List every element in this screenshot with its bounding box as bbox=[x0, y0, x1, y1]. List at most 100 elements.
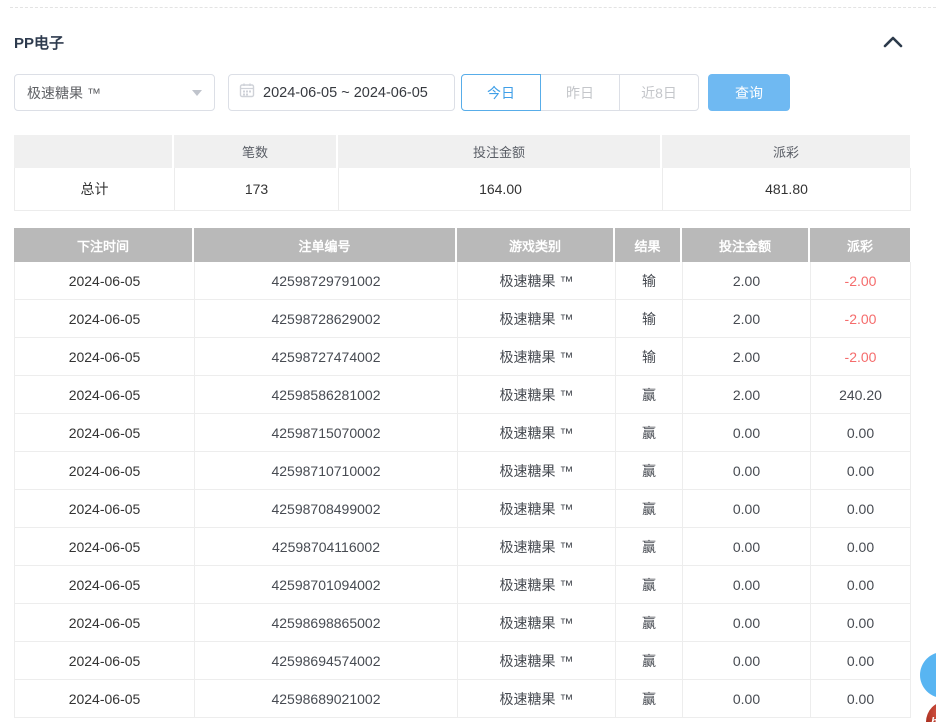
bets-header-cell: 下注时间 bbox=[14, 228, 194, 262]
bet-amount-cell: 2.00 bbox=[683, 300, 811, 338]
bet-payout-cell: -2.00 bbox=[811, 300, 911, 338]
page-title: PP电子 bbox=[14, 32, 64, 53]
bet-order-number-cell: 42598586281002 bbox=[195, 376, 458, 414]
bet-order-number-cell: 42598698865002 bbox=[195, 604, 458, 642]
bet-date-cell: 2024-06-05 bbox=[15, 376, 195, 414]
summary-header-cell: 派彩 bbox=[662, 135, 910, 168]
bet-amount-cell: 0.00 bbox=[683, 680, 811, 718]
date-range-value: 2024-06-05 ~ 2024-06-05 bbox=[263, 85, 428, 101]
bet-game-type-cell: 极速糖果 ™ bbox=[458, 300, 616, 338]
bet-date-cell: 2024-06-05 bbox=[15, 338, 195, 376]
bet-payout-cell: 240.20 bbox=[811, 376, 911, 414]
date-quick-filter-group: 今日昨日近8日 bbox=[461, 74, 699, 111]
top-dashed-divider bbox=[10, 7, 936, 8]
bet-result-cell: 赢 bbox=[616, 642, 683, 680]
date-range-input[interactable]: 2024-06-05 ~ 2024-06-05 bbox=[228, 74, 455, 111]
bet-order-number-cell: 42598689021002 bbox=[195, 680, 458, 718]
bet-result-cell: 赢 bbox=[616, 680, 683, 718]
bet-game-type-cell: 极速糖果 ™ bbox=[458, 338, 616, 376]
bet-amount-cell: 0.00 bbox=[683, 490, 811, 528]
bet-amount-cell: 2.00 bbox=[683, 262, 811, 300]
bet-amount-cell: 0.00 bbox=[683, 528, 811, 566]
bet-result-cell: 赢 bbox=[616, 566, 683, 604]
bet-order-number-cell: 42598729791002 bbox=[195, 262, 458, 300]
table-row: 2024-06-05 42598701094002 极速糖果 ™ 赢 0.00 … bbox=[14, 566, 910, 604]
bets-table-body: 2024-06-05 42598729791002 极速糖果 ™ 输 2.00 … bbox=[14, 262, 910, 718]
bet-date-cell: 2024-06-05 bbox=[15, 300, 195, 338]
collapse-panel-button[interactable] bbox=[882, 33, 904, 53]
bets-header-cell: 注单编号 bbox=[194, 228, 457, 262]
bet-result-cell: 赢 bbox=[616, 452, 683, 490]
bet-payout-cell: -2.00 bbox=[811, 338, 911, 376]
table-row: 2024-06-05 42598727474002 极速糖果 ™ 输 2.00 … bbox=[14, 338, 910, 376]
bet-amount-cell: 2.00 bbox=[683, 338, 811, 376]
bet-amount-cell: 0.00 bbox=[683, 604, 811, 642]
bet-date-cell: 2024-06-05 bbox=[15, 490, 195, 528]
summary-header-cell: 笔数 bbox=[174, 135, 338, 168]
bets-header-cell: 结果 bbox=[615, 228, 682, 262]
bet-result-cell: 输 bbox=[616, 338, 683, 376]
bets-header-cell: 游戏类别 bbox=[457, 228, 615, 262]
bet-payout-cell: 0.00 bbox=[811, 642, 911, 680]
bet-game-type-cell: 极速糖果 ™ bbox=[458, 528, 616, 566]
summary-header-cell bbox=[14, 135, 174, 168]
bet-payout-cell: 0.00 bbox=[811, 604, 911, 642]
bet-game-type-cell: 极速糖果 ™ bbox=[458, 642, 616, 680]
table-row: 2024-06-05 42598710710002 极速糖果 ™ 赢 0.00 … bbox=[14, 452, 910, 490]
bet-payout-cell: 0.00 bbox=[811, 452, 911, 490]
game-type-select[interactable]: 极速糖果 ™ bbox=[14, 74, 215, 111]
bet-game-type-cell: 极速糖果 ™ bbox=[458, 680, 616, 718]
calendar-icon bbox=[239, 82, 255, 103]
bet-payout-cell: 0.00 bbox=[811, 490, 911, 528]
bet-amount-cell: 0.00 bbox=[683, 566, 811, 604]
bet-result-cell: 输 bbox=[616, 262, 683, 300]
bet-game-type-cell: 极速糖果 ™ bbox=[458, 452, 616, 490]
quick-filter-button[interactable]: 今日 bbox=[461, 74, 541, 111]
bet-amount-cell: 0.00 bbox=[683, 452, 811, 490]
bet-game-type-cell: 极速糖果 ™ bbox=[458, 414, 616, 452]
bet-payout-cell: 0.00 bbox=[811, 528, 911, 566]
quick-filter-button[interactable]: 昨日 bbox=[540, 74, 620, 111]
table-row: 2024-06-05 42598586281002 极速糖果 ™ 赢 2.00 … bbox=[14, 376, 910, 414]
quick-filter-button[interactable]: 近8日 bbox=[619, 74, 699, 111]
table-row: 2024-06-05 42598698865002 极速糖果 ™ 赢 0.00 … bbox=[14, 604, 910, 642]
bet-result-cell: 赢 bbox=[616, 414, 683, 452]
bet-result-cell: 赢 bbox=[616, 604, 683, 642]
brand-ball-fab[interactable]: hb bbox=[926, 701, 936, 722]
pp-games-panel: PP电子 极速糖果 ™ 2024-06-05 ~ 202 bbox=[0, 0, 936, 722]
bet-date-cell: 2024-06-05 bbox=[15, 642, 195, 680]
table-row: 2024-06-05 42598689021002 极速糖果 ™ 赢 0.00 … bbox=[14, 680, 910, 718]
bet-order-number-cell: 42598694574002 bbox=[195, 642, 458, 680]
chevron-up-icon bbox=[882, 40, 904, 57]
bet-payout-cell: 0.00 bbox=[811, 414, 911, 452]
bet-game-type-cell: 极速糖果 ™ bbox=[458, 376, 616, 414]
table-row: 2024-06-05 42598694574002 极速糖果 ™ 赢 0.00 … bbox=[14, 642, 910, 680]
table-row: 2024-06-05 42598728629002 极速糖果 ™ 输 2.00 … bbox=[14, 300, 910, 338]
table-row: 2024-06-05 42598708499002 极速糖果 ™ 赢 0.00 … bbox=[14, 490, 910, 528]
bet-order-number-cell: 42598727474002 bbox=[195, 338, 458, 376]
summary-table-header: 笔数投注金额派彩 bbox=[14, 135, 910, 168]
bet-date-cell: 2024-06-05 bbox=[15, 414, 195, 452]
bet-order-number-cell: 42598704116002 bbox=[195, 528, 458, 566]
summary-table: 笔数投注金额派彩 总计 173 164.00 481.80 bbox=[14, 135, 910, 211]
table-row: 2024-06-05 42598715070002 极速糖果 ™ 赢 0.00 … bbox=[14, 414, 910, 452]
bet-game-type-cell: 极速糖果 ™ bbox=[458, 604, 616, 642]
bet-date-cell: 2024-06-05 bbox=[15, 566, 195, 604]
search-button[interactable]: 查询 bbox=[708, 74, 790, 111]
bet-date-cell: 2024-06-05 bbox=[15, 604, 195, 642]
bet-result-cell: 赢 bbox=[616, 376, 683, 414]
bet-game-type-cell: 极速糖果 ™ bbox=[458, 566, 616, 604]
summary-payout-value: 481.80 bbox=[663, 168, 911, 211]
customer-service-fab[interactable] bbox=[920, 652, 936, 698]
bet-date-cell: 2024-06-05 bbox=[15, 528, 195, 566]
bet-result-cell: 赢 bbox=[616, 490, 683, 528]
bet-result-cell: 输 bbox=[616, 300, 683, 338]
bets-table-header: 下注时间注单编号游戏类别结果投注金额派彩 bbox=[14, 228, 910, 262]
bet-game-type-cell: 极速糖果 ™ bbox=[458, 490, 616, 528]
bet-payout-cell: 0.00 bbox=[811, 566, 911, 604]
bets-header-cell: 派彩 bbox=[810, 228, 910, 262]
summary-total-label: 总计 bbox=[15, 168, 175, 211]
bet-date-cell: 2024-06-05 bbox=[15, 680, 195, 718]
bets-table: 下注时间注单编号游戏类别结果投注金额派彩 2024-06-05 42598729… bbox=[14, 228, 910, 718]
bet-result-cell: 赢 bbox=[616, 528, 683, 566]
